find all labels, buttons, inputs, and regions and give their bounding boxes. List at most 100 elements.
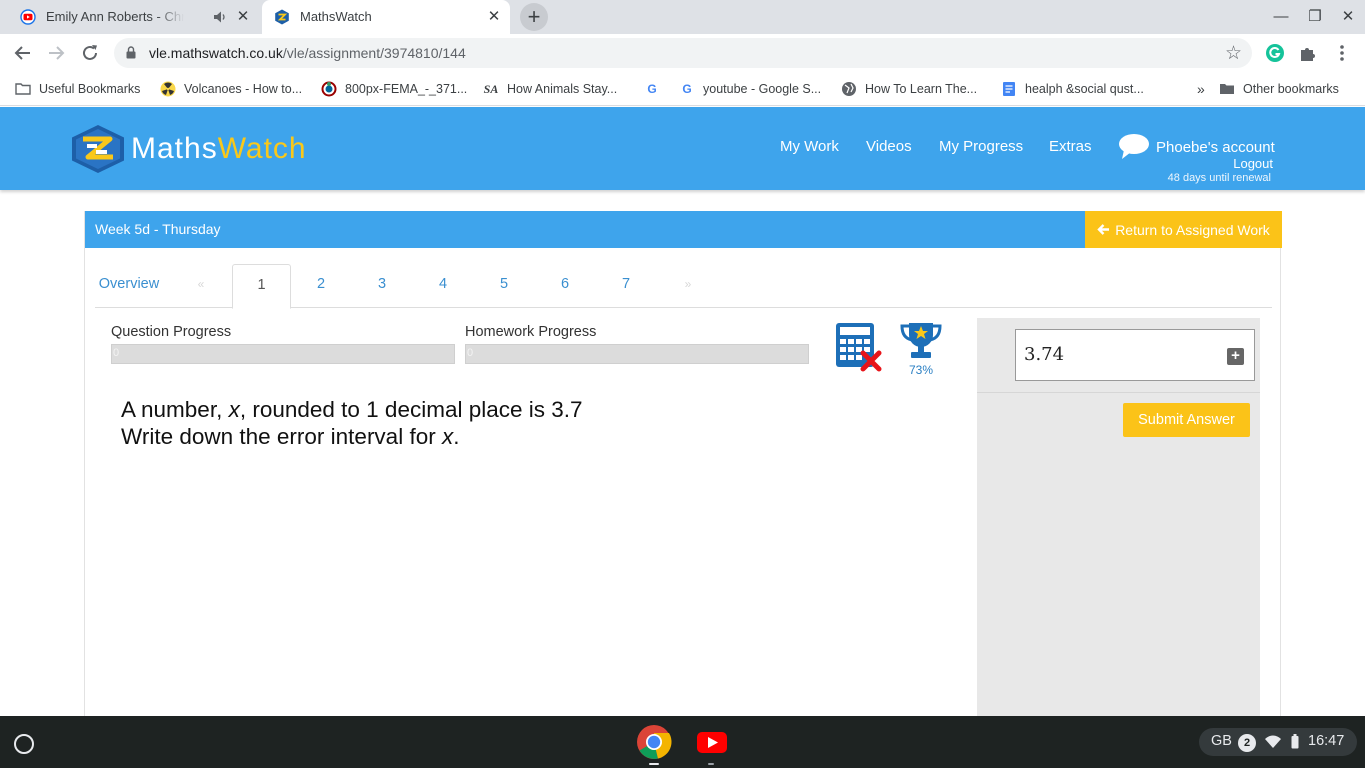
nav-my-work[interactable]: My Work xyxy=(780,138,839,155)
status-tray[interactable]: GB 2 16:47 xyxy=(1199,728,1357,756)
tab-emily-ann-roberts[interactable]: Emily Ann Roberts - Christmas ✕ xyxy=(8,0,258,34)
logout-link[interactable]: Logout xyxy=(1233,156,1273,171)
question-line-1: A number, x, rounded to 1 decimal place … xyxy=(121,397,583,422)
radiation-icon xyxy=(160,81,176,97)
mathswatch-favicon-icon xyxy=(275,9,289,25)
google-icon: G xyxy=(647,82,657,96)
bookmark-label: Useful Bookmarks xyxy=(39,82,141,96)
nav-extras[interactable]: Extras xyxy=(1049,138,1092,155)
tab-mathswatch[interactable]: MathsWatch ✕ xyxy=(262,0,510,34)
return-to-assigned-work-button[interactable]: Return to Assigned Work xyxy=(1085,211,1282,248)
audio-playing-icon[interactable] xyxy=(213,9,227,25)
close-window-icon[interactable]: ✕ xyxy=(1339,8,1357,26)
chrome-app-icon[interactable] xyxy=(636,724,672,760)
back-arrow-icon[interactable] xyxy=(12,42,34,64)
renewal-notice: 48 days until renewal xyxy=(1167,172,1271,184)
bookmark-label: healph &social qust... xyxy=(1025,82,1144,96)
question-progress-bar: 0 xyxy=(111,344,455,364)
launcher-icon[interactable] xyxy=(14,734,34,754)
restore-window-icon[interactable]: ❐ xyxy=(1306,8,1324,26)
close-tab-icon[interactable]: ✕ xyxy=(235,9,251,25)
nav-videos[interactable]: Videos xyxy=(866,138,912,155)
bookmarks-overflow-icon[interactable]: » xyxy=(1197,80,1205,98)
tab-question-4[interactable]: 4 xyxy=(428,264,458,308)
mathswatch-logo[interactable]: MathsWatch xyxy=(70,124,330,174)
nav-my-progress[interactable]: My Progress xyxy=(939,138,1023,155)
bookmark-healph-social[interactable]: healph &social qust... xyxy=(1001,80,1144,98)
submit-answer-button[interactable]: Submit Answer xyxy=(1123,403,1250,437)
answer-value[interactable]: 3.74 xyxy=(1024,344,1064,365)
wifi-icon xyxy=(1265,735,1281,748)
bookmark-how-to-learn[interactable]: How To Learn The... xyxy=(841,80,977,98)
clock[interactable]: 16:47 xyxy=(1308,733,1344,749)
keyboard-layout[interactable]: GB xyxy=(1211,733,1232,749)
homework-progress-value: 0 xyxy=(467,347,474,359)
mathswatch-logo-icon xyxy=(72,125,124,173)
url-host: vle.mathswatch.co.uk xyxy=(149,45,283,61)
answer-input-row: 3.74 + xyxy=(977,318,1260,393)
chrome-menu-icon[interactable] xyxy=(1332,43,1352,63)
homework-progress-label: Homework Progress xyxy=(465,324,597,340)
trophy-icon[interactable] xyxy=(899,321,943,361)
return-label: Return to Assigned Work xyxy=(1115,221,1270,238)
question-tabs: Overview « 1 2 3 4 5 6 7 » xyxy=(95,264,1272,309)
browser-tab-strip: Emily Ann Roberts - Christmas ✕ MathsWat… xyxy=(0,0,1365,34)
bookmarks-bar: Useful Bookmarks Volcanoes - How to... 8… xyxy=(0,72,1365,106)
grammarly-icon[interactable] xyxy=(1265,43,1285,63)
notification-count[interactable]: 2 xyxy=(1238,734,1256,752)
calculator-not-allowed-icon xyxy=(836,323,882,372)
close-tab-icon[interactable]: ✕ xyxy=(486,9,502,25)
bookmark-label: How Animals Stay... xyxy=(507,82,618,96)
bookmark-other-bookmarks[interactable]: Other bookmarks xyxy=(1219,80,1339,98)
lock-icon[interactable] xyxy=(126,46,136,59)
answer-area: 3.74 + Submit Answer xyxy=(977,318,1260,731)
youtube-app-icon[interactable] xyxy=(694,724,730,760)
bookmark-how-animals[interactable]: SA How Animals Stay... xyxy=(483,80,618,98)
address-bar[interactable]: vle.mathswatch.co.uk/vle/assignment/3974… xyxy=(114,38,1252,68)
new-tab-button[interactable]: + xyxy=(520,3,548,31)
tab-title: MathsWatch xyxy=(300,9,372,24)
tab-next: » xyxy=(684,277,692,291)
reload-icon[interactable] xyxy=(79,42,101,64)
trophy-percentage: 73% xyxy=(908,363,934,377)
youtube-favicon-icon xyxy=(20,9,36,25)
bookmark-volcanoes[interactable]: Volcanoes - How to... xyxy=(160,80,302,98)
bookmark-label: 800px-FEMA_-_371... xyxy=(345,82,468,96)
question-line-2: Write down the error interval for x. xyxy=(121,424,460,449)
bookmark-star-icon[interactable]: ☆ xyxy=(1225,42,1242,65)
account-name[interactable]: Phoebe's account xyxy=(1156,139,1275,156)
browser-toolbar: vle.mathswatch.co.uk/vle/assignment/3974… xyxy=(0,34,1365,72)
tab-question-5[interactable]: 5 xyxy=(489,264,519,308)
bookmark-fema[interactable]: 800px-FEMA_-_371... xyxy=(321,80,467,98)
bookmark-useful-bookmarks[interactable]: Useful Bookmarks xyxy=(15,80,140,98)
sa-icon: SA xyxy=(483,81,499,96)
bookmark-label: Volcanoes - How to... xyxy=(184,82,303,96)
account-menu: Phoebe's account Logout 48 days until re… xyxy=(1118,133,1278,191)
question-progress-label: Question Progress xyxy=(111,324,232,340)
tab-question-1[interactable]: 1 xyxy=(232,264,291,309)
chat-bubble-icon xyxy=(1119,134,1149,159)
wikimedia-icon xyxy=(321,81,337,97)
tab-question-6[interactable]: 6 xyxy=(550,264,580,308)
os-shelf: GB 2 16:47 xyxy=(0,716,1365,768)
question-text: A number, x, rounded to 1 decimal place … xyxy=(121,396,583,450)
minimize-window-icon[interactable]: — xyxy=(1272,8,1290,26)
logo-text: MathsWatch xyxy=(131,132,307,165)
tab-overview[interactable]: Overview xyxy=(95,264,163,308)
tab-question-3[interactable]: 3 xyxy=(367,264,397,308)
google-icon: G xyxy=(682,82,692,96)
tab-previous: « xyxy=(197,277,205,291)
extensions-puzzle-icon[interactable] xyxy=(1298,43,1318,63)
tab-question-7[interactable]: 7 xyxy=(611,264,641,308)
chrome-active-indicator xyxy=(649,763,659,765)
bookmark-google[interactable]: G xyxy=(644,80,668,98)
forward-arrow-icon[interactable] xyxy=(45,42,67,64)
plus-icon[interactable]: + xyxy=(1227,348,1244,365)
bookmark-label: Other bookmarks xyxy=(1243,82,1339,96)
url-text[interactable]: vle.mathswatch.co.uk/vle/assignment/3974… xyxy=(149,45,466,61)
tab-question-2[interactable]: 2 xyxy=(306,264,336,308)
arrow-left-icon xyxy=(1097,224,1110,235)
bookmark-youtube-google-search[interactable]: G youtube - Google S... xyxy=(679,80,821,98)
battery-icon xyxy=(1291,734,1299,749)
answer-input[interactable]: 3.74 + xyxy=(1015,329,1255,381)
